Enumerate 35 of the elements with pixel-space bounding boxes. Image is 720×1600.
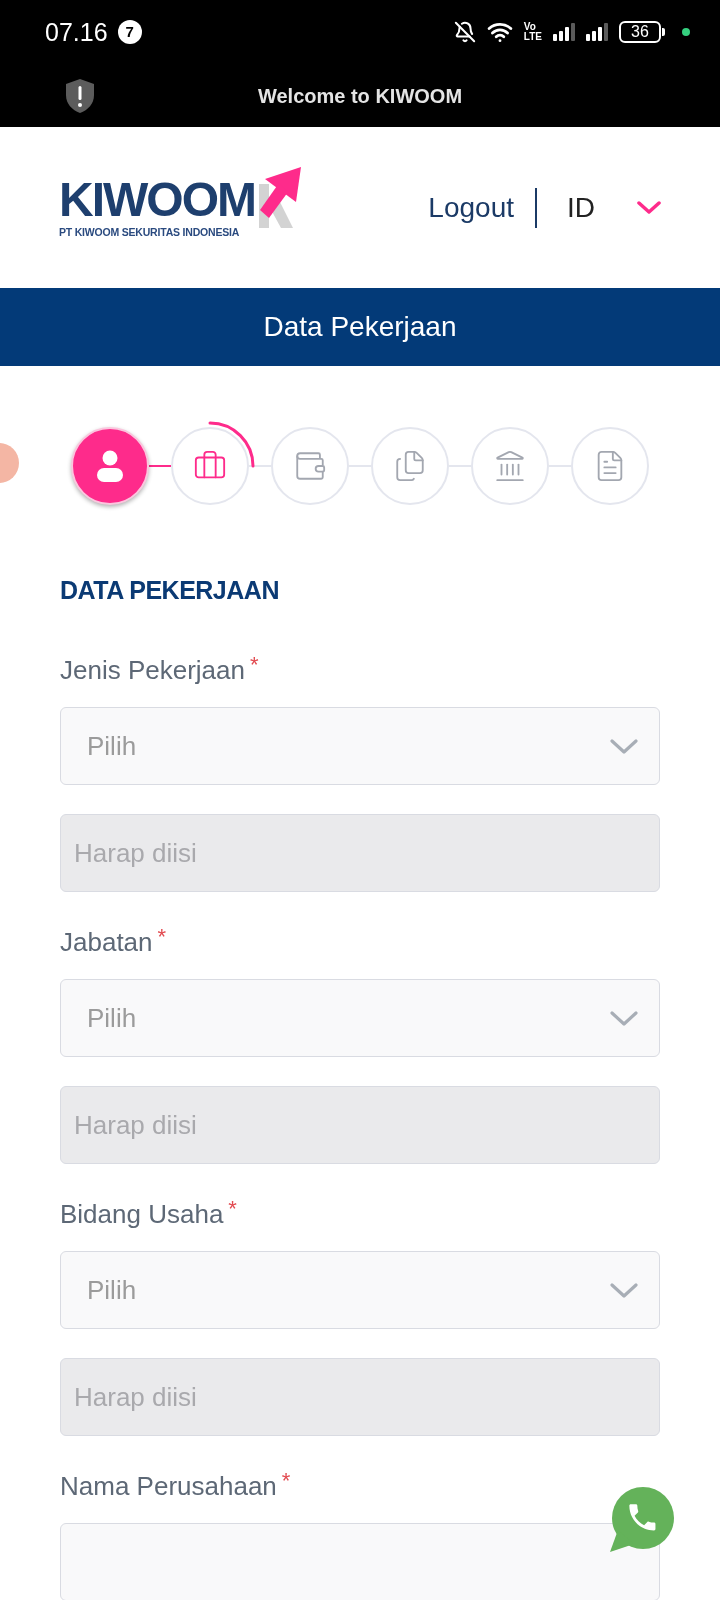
notification-badge: 7: [117, 20, 142, 44]
bell-off-icon: [453, 21, 476, 43]
network-type-text: LTE: [523, 32, 542, 42]
required-mark: *: [228, 1199, 237, 1219]
dropdown-select[interactable]: Pilih: [60, 1251, 660, 1329]
shield-alert-icon: [64, 77, 96, 114]
clock: 07.16: [45, 19, 108, 45]
page-title: Data Pekerjaan: [263, 310, 457, 344]
wallet-icon: [293, 449, 327, 483]
field-label: Jenis Pekerjaan: [60, 655, 245, 685]
text-input[interactable]: [60, 1523, 660, 1600]
required-mark: *: [281, 1471, 291, 1491]
logo-tagline: PT KIWOOM SEKURITAS INDONESIA: [59, 225, 241, 238]
chevron-down-icon: [610, 738, 638, 754]
language-select[interactable]: ID: [567, 193, 661, 222]
notification-text: Welcome to KIWOOM: [257, 83, 463, 109]
chevron-down-icon: [610, 1010, 638, 1026]
arrow-logo-icon: [256, 165, 301, 230]
field-label: Nama Perusahaan: [60, 1471, 277, 1501]
dropdown-select[interactable]: Pilih: [60, 707, 660, 785]
field-label: Bidang Usaha: [60, 1199, 224, 1229]
required-mark: *: [157, 927, 167, 947]
field-label: Jabatan: [60, 927, 153, 957]
chevron-down-icon: [610, 1282, 638, 1298]
dropdown-select[interactable]: Pilih: [60, 979, 660, 1057]
bank-icon: [493, 449, 527, 483]
logo-text: KIWOOM: [59, 177, 255, 222]
documents-icon: [393, 449, 427, 483]
required-mark: *: [250, 655, 259, 675]
chevron-down-icon: [637, 200, 661, 215]
signal-icon: [586, 23, 608, 41]
section-title: DATA PEKERJAAN: [60, 575, 279, 605]
signal-icon: [553, 23, 575, 41]
logout-link[interactable]: Logout: [428, 193, 514, 222]
network-type-text: Vo: [523, 22, 536, 32]
